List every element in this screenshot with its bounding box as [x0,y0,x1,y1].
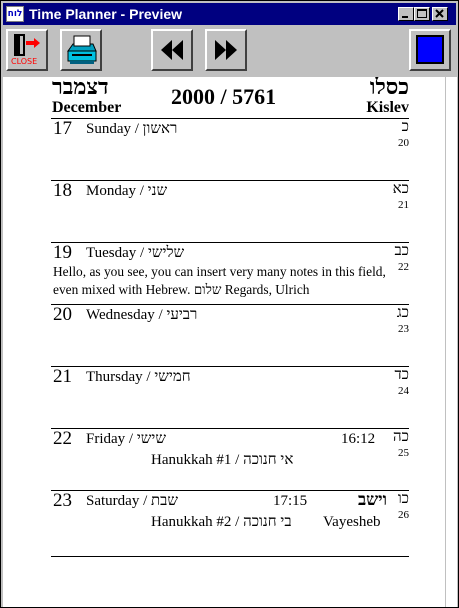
shabbat-time: 17:15 [273,493,308,509]
hebrew-date: כה [393,429,409,445]
day-name: Friday / שישי [86,431,166,447]
day-number: 21 [53,366,72,387]
hebrew-day-number: 23 [398,323,409,335]
minimize-icon [402,16,408,18]
hebrew-day-number: 21 [398,199,409,211]
fast-forward-icon [215,40,237,60]
holiday-label: Hanukkah #2 / בי חנוכה [151,514,292,530]
day-row[interactable]: 20 Wednesday / רביעי כג 23 [51,304,409,367]
day-name: Thursday / חמישי [86,369,191,385]
day-name: Sunday / ראשון [86,121,178,137]
day-note[interactable]: Hello, as you see, you can insert very m… [53,263,388,299]
day-number: 22 [53,428,72,449]
stop-square-icon [416,35,444,64]
shabbat-time: 16:12 [341,431,376,447]
hebrew-date: כ [401,119,409,135]
next-week-button[interactable] [205,29,247,71]
page-gutter [445,77,457,607]
day-row[interactable]: 21 Thursday / חמישי כד 24 [51,366,409,429]
day-name: Saturday / שבת [86,493,178,509]
hebrew-date: כו [397,491,409,507]
day-row[interactable]: 19 Tuesday / שלישי כב 22 Hello, as you s… [51,242,409,305]
hebrew-date: כד [394,367,409,383]
window-title: Time Planner - Preview [29,6,183,22]
close-window-button[interactable] [432,7,448,21]
day-name: Wednesday / רביעי [86,307,198,323]
day-number: 17 [53,118,72,139]
hebrew-day-number: 20 [398,137,409,149]
parasha-name: Vayesheb [323,514,381,530]
hebrew-date: כא [392,181,409,197]
maximize-icon [417,9,427,18]
close-label: CLOSE [11,57,38,66]
hebrew-month-left: דצמבר [52,77,109,99]
holiday-label: Hanukkah #1 / אי חנוכה [151,452,294,468]
print-button[interactable] [60,29,102,71]
printer-icon [67,35,97,64]
day-row[interactable]: 17 Sunday / ראשון כ 20 [51,118,409,181]
day-row[interactable]: 23 Saturday / שבת 17:15 וישב כו 26 Hanuk… [51,490,409,553]
day-number: 19 [53,242,72,263]
previous-week-button[interactable] [151,29,193,71]
hebrew-month-right: כסלו [369,77,409,99]
day-number: 18 [53,180,72,201]
rewind-icon [161,40,183,60]
gregorian-month: December [52,99,122,116]
hebrew-date: כב [394,243,409,259]
day-number: 20 [53,304,72,325]
minimize-button[interactable] [398,7,414,21]
hebrew-day-number: 25 [398,447,409,459]
day-name: Tuesday / שלישי [86,245,185,261]
close-icon [435,9,444,18]
day-row[interactable]: 18 Monday / שני כא 21 [51,180,409,243]
day-row[interactable]: 22 Friday / שישי 16:12 כה 25 Hanukkah #1… [51,428,409,491]
year-label: 2000 / 5761 [171,84,277,109]
hebrew-day-number: 24 [398,385,409,397]
day-number: 23 [53,490,72,511]
app-window: לוח Time Planner - Preview CLOSE דצמבר D… [0,0,459,608]
parasha-hebrew: וישב [357,490,387,509]
close-preview-button[interactable]: CLOSE [6,29,48,71]
day-name: Monday / שני [86,183,168,199]
hebrew-day-number: 22 [398,261,409,273]
preview-page: דצמבר December 2000 / 5761 כסלו Kislev 1… [3,77,445,607]
hebrew-month-name: Kislev [366,99,409,116]
title-bar[interactable]: לוח Time Planner - Preview [3,3,456,25]
bottom-rule [51,556,409,557]
toolbar: CLOSE [3,26,456,76]
maximize-button[interactable] [414,7,430,21]
hebrew-date: כג [396,305,409,321]
hebrew-day-number: 26 [398,509,409,521]
app-icon[interactable]: לוח [6,6,24,22]
stop-button[interactable] [409,29,451,71]
